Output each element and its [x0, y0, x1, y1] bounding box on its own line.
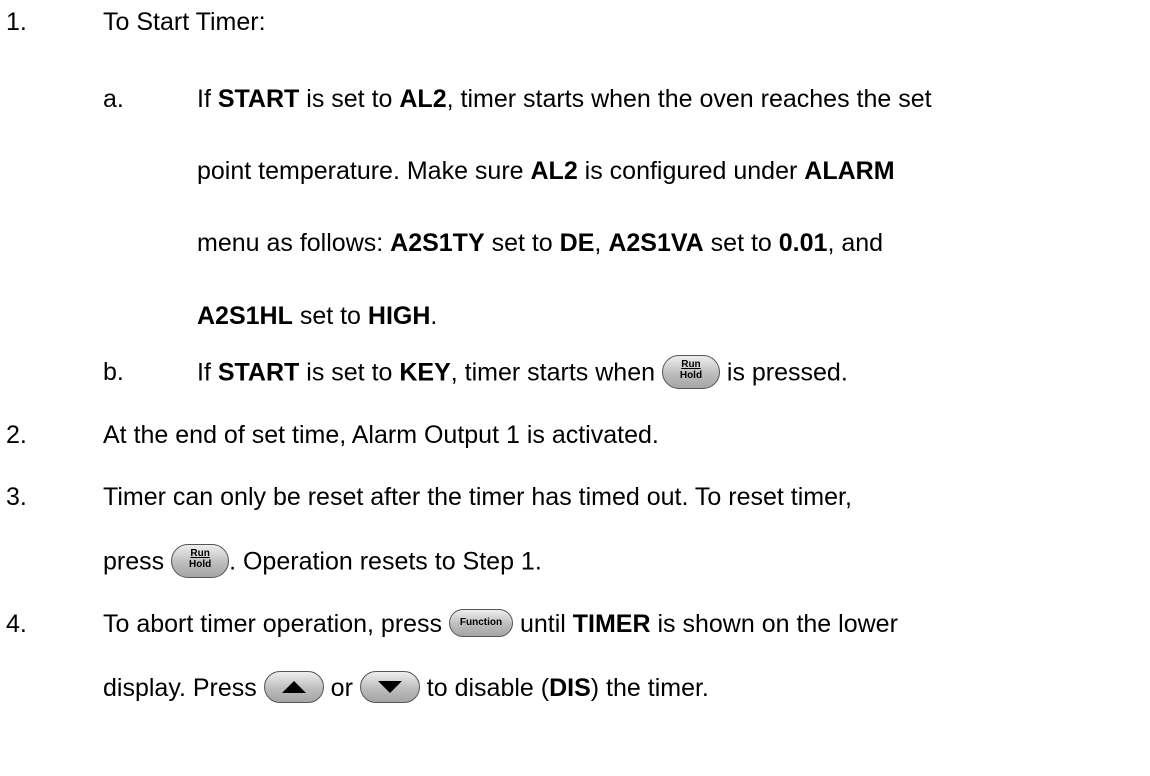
bold-term: A2S1TY [390, 229, 485, 257]
text-run: If [197, 85, 218, 113]
text-run: is configured under [577, 157, 805, 185]
text-run: . Operation resets to Step 1. [229, 547, 542, 576]
step-2-text: At the end of set time, Alarm Output 1 i… [103, 421, 659, 449]
text-run: to disable ( [419, 674, 550, 702]
step-4-number: 4. [6, 610, 27, 638]
bold-term: KEY [399, 358, 451, 387]
hold-label: Hold [679, 370, 703, 381]
text-run: set to [292, 302, 368, 330]
bold-term: A2S1HL [197, 302, 293, 330]
text-run: menu as follows: [197, 229, 391, 257]
text-run: press [103, 547, 172, 576]
bold-term: ALARM [804, 157, 895, 185]
step-2-number: 2. [6, 421, 27, 449]
bold-term: AL2 [530, 157, 578, 185]
run-hold-key-icon: Run Hold [661, 355, 720, 389]
step-1-number: 1. [6, 8, 27, 36]
step-1-text: To Start Timer: [103, 8, 266, 36]
bold-term: DIS [549, 674, 591, 702]
text-run: is shown on the lower [650, 610, 898, 638]
text-run: set to [484, 229, 560, 257]
text-run: . [430, 302, 438, 330]
text-run: is pressed. [719, 358, 848, 387]
run-label: Run [681, 359, 701, 370]
run-label: Run [190, 548, 210, 559]
bold-term: AL2 [399, 85, 447, 113]
text-run: until [513, 610, 573, 638]
bold-term: A2S1VA [608, 229, 704, 257]
up-arrow-icon [263, 671, 324, 704]
text-run: To abort timer operation, press [103, 610, 449, 638]
text-run: is set to [299, 85, 400, 113]
bold-term: TIMER [572, 610, 651, 638]
text-run: , timer starts when [450, 358, 662, 387]
function-key-icon: Function [449, 609, 513, 638]
text-run: set to [703, 229, 779, 257]
text-run: display. Press [103, 674, 264, 702]
step-1b-number: b. [103, 358, 124, 386]
step-1a-number: a. [103, 85, 124, 113]
step-3-text: Timer can only be reset after the timer … [103, 483, 852, 511]
bold-term: DE [559, 229, 595, 257]
text-run: , and [827, 229, 884, 257]
text-run: , timer starts when the oven reaches the… [446, 85, 932, 113]
hold-label: Hold [188, 559, 212, 570]
bold-term: START [217, 358, 300, 387]
text-run: ) the timer. [590, 674, 709, 702]
run-hold-key-icon: Run Hold [171, 544, 230, 578]
text-run: If [197, 358, 218, 387]
text-run: point temperature. Make sure [197, 157, 531, 185]
bold-term: HIGH [367, 302, 431, 330]
down-arrow-icon [359, 671, 420, 704]
text-run: or [323, 674, 360, 702]
bold-term: START [217, 85, 300, 113]
text-run: is set to [299, 358, 400, 387]
bold-term: 0.01 [778, 229, 828, 257]
text-run: , [594, 229, 609, 257]
step-3-number: 3. [6, 483, 27, 511]
